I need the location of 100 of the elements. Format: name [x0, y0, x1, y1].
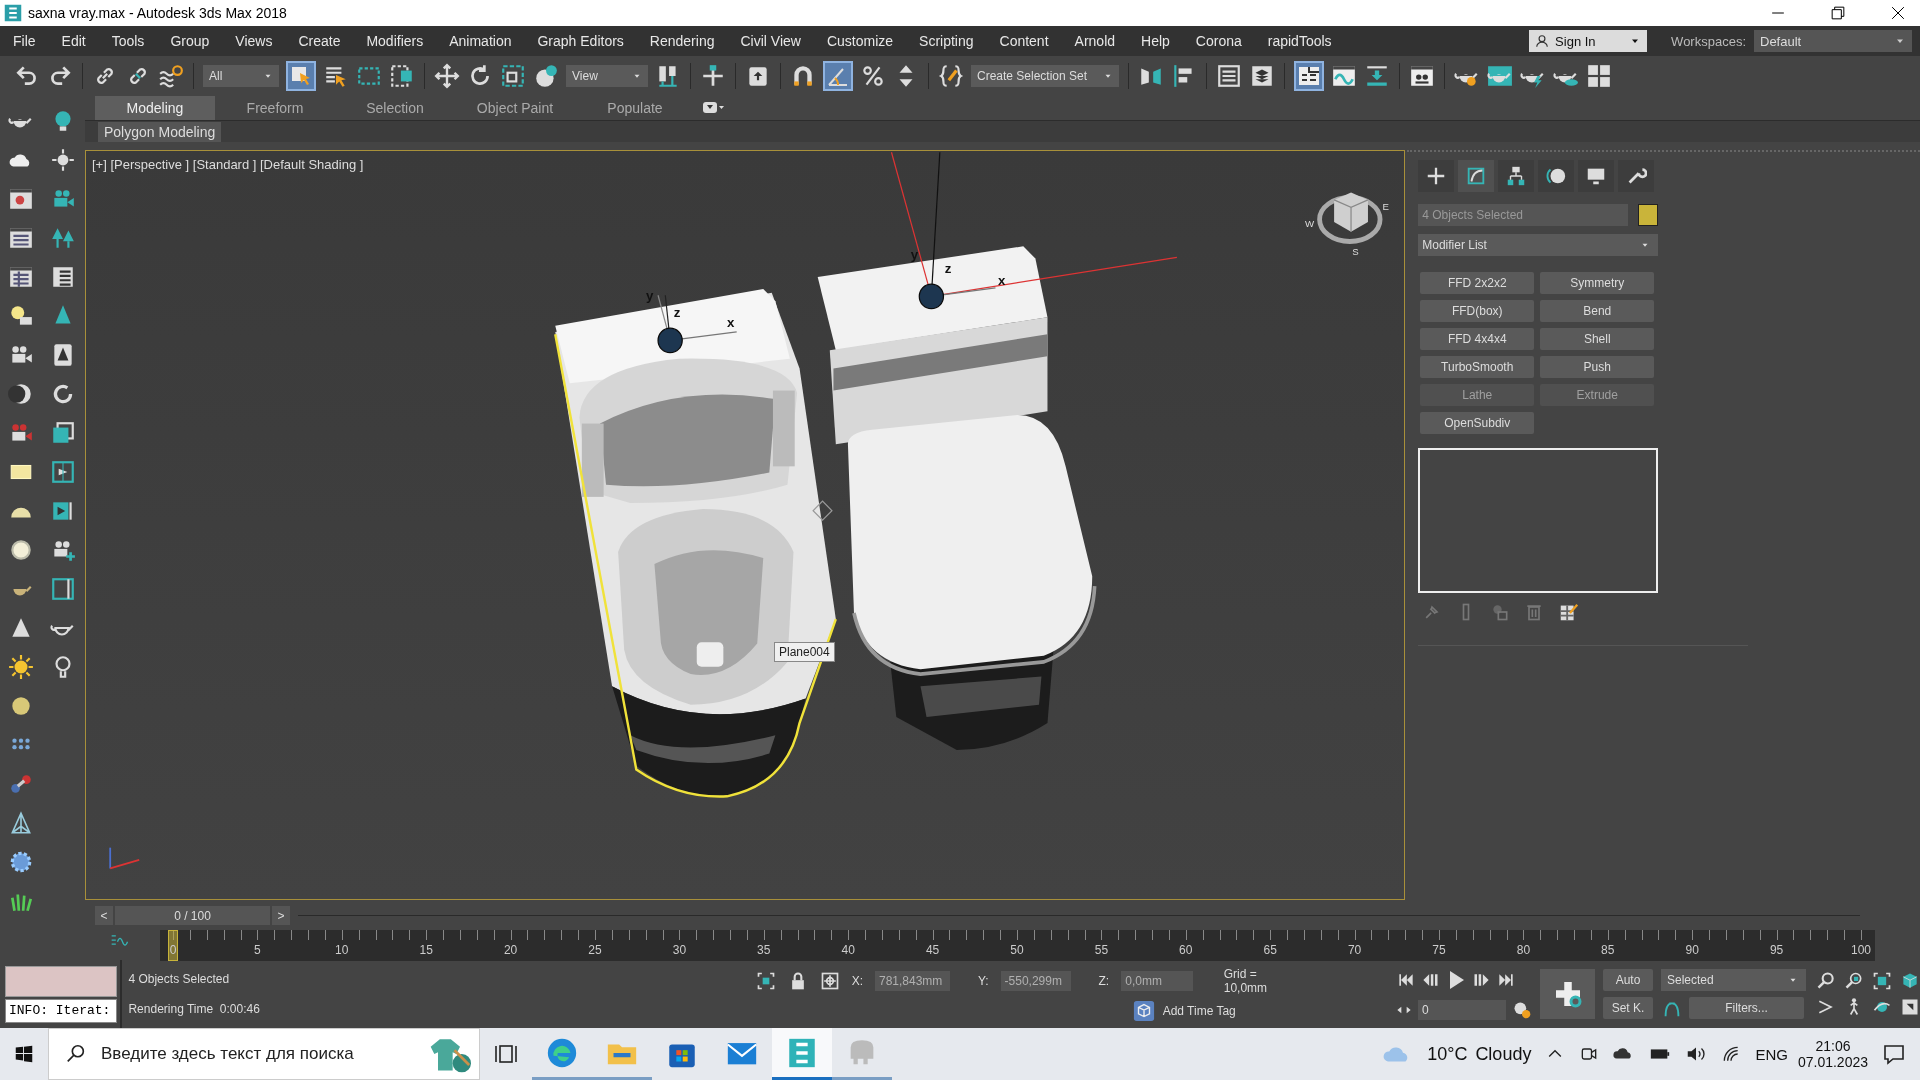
y-coordinate-field[interactable]: -550,299m	[1000, 970, 1071, 991]
curve-editor-icon[interactable]	[1331, 63, 1357, 89]
menu-item[interactable]: Views	[222, 33, 286, 49]
current-frame-marker[interactable]	[168, 930, 178, 961]
table-window-icon[interactable]	[8, 264, 34, 290]
menu-item[interactable]: Group	[157, 33, 223, 49]
maximize-viewport-icon[interactable]	[1900, 997, 1920, 1017]
modifier-button[interactable]: TurboSmooth	[1420, 356, 1535, 378]
modifier-list-dropdown[interactable]: Modifier List	[1418, 234, 1659, 256]
menu-item[interactable]: Rendering	[636, 33, 728, 49]
menu-item[interactable]: Graph Editors	[524, 33, 637, 49]
time-configuration-icon[interactable]	[1512, 1000, 1532, 1020]
menu-item[interactable]: Tools	[98, 33, 158, 49]
modifier-button[interactable]: Shell	[1540, 328, 1655, 350]
viewport-label[interactable]: [+] [Perspective ] [Standard ] [Default Shading ]	[92, 157, 364, 172]
pyramid-frame-icon[interactable]	[8, 810, 34, 836]
render-window-icon[interactable]	[8, 186, 34, 212]
command-panel-tab[interactable]	[1538, 160, 1575, 192]
angle-snap-button[interactable]	[823, 61, 853, 91]
zoom-icon[interactable]	[1816, 971, 1836, 991]
sun-icon[interactable]	[50, 147, 76, 173]
command-panel-tab[interactable]	[1458, 160, 1495, 192]
list-window-icon[interactable]	[8, 225, 34, 251]
ribbon-panel-title[interactable]: Polygon Modeling	[98, 121, 222, 142]
modifier-button[interactable]: FFD(box)	[1420, 300, 1535, 322]
list-icon[interactable]	[1216, 63, 1242, 89]
weather-text[interactable]: Cloudy	[1475, 1043, 1532, 1065]
configure-sets-icon[interactable]	[1558, 601, 1581, 623]
manipulate-icon[interactable]	[700, 63, 726, 89]
zoom-all-icon[interactable]	[1844, 971, 1864, 991]
menu-item[interactable]: Scripting	[906, 33, 987, 49]
select-object-button[interactable]	[286, 61, 316, 91]
trees-icon[interactable]	[50, 225, 76, 251]
modifier-button[interactable]: Push	[1540, 356, 1655, 378]
language-indicator[interactable]: ENG	[1755, 1045, 1788, 1063]
placement-icon[interactable]	[533, 63, 559, 89]
percent-snap-icon[interactable]	[860, 63, 886, 89]
clock-time[interactable]: 21:06	[1815, 1038, 1851, 1054]
timeline-ruler[interactable]: 0 5 10 15 20 25 30 35 40 45 50 55 60 65 70 75 80 85 90 95 100	[160, 930, 1875, 961]
windows-logo-icon[interactable]	[13, 1043, 35, 1065]
modifier-button[interactable]: OpenSubdiv	[1420, 412, 1535, 434]
maxscript-output-field[interactable]: INFO: Iterat:	[5, 999, 118, 1023]
named-selection-dropdown[interactable]: Create Selection Set	[971, 65, 1119, 87]
command-panel-tab[interactable]	[1498, 160, 1535, 192]
menu-item[interactable]: Edit	[48, 33, 99, 49]
command-panel-tab[interactable]	[1418, 160, 1455, 192]
menu-item[interactable]: rapidTools	[1254, 33, 1345, 49]
download-bar-icon[interactable]	[1364, 63, 1390, 89]
ribbon-toggle-button[interactable]	[1294, 61, 1324, 91]
maxscript-listener-field[interactable]	[5, 966, 118, 997]
braces-icon[interactable]	[938, 63, 964, 89]
object-color-swatch[interactable]	[1638, 204, 1659, 226]
ribbon-tab[interactable]: Selection	[335, 96, 455, 120]
add-time-tag-link[interactable]: Add Time Tag	[1162, 1003, 1236, 1018]
set-key-button[interactable]	[1540, 969, 1595, 1019]
sun-icon[interactable]	[8, 654, 34, 680]
menu-item[interactable]: Arnold	[1061, 33, 1129, 49]
reference-coordinate-dropdown[interactable]: View	[566, 65, 648, 87]
key-selection-dropdown[interactable]: Selected	[1661, 969, 1806, 991]
x-coordinate-field[interactable]: 781,843mm	[874, 970, 950, 991]
ribbon-tab[interactable]: Freeform	[215, 96, 335, 120]
taskbar-search-field[interactable]: Введите здесь текст для поиска	[48, 1028, 480, 1080]
wave-link-icon[interactable]	[158, 63, 184, 89]
grid-tiles-icon[interactable]	[1586, 63, 1612, 89]
notifications-icon[interactable]	[1882, 1042, 1906, 1066]
stacked-frames-icon[interactable]	[50, 420, 76, 446]
modifier-button[interactable]: FFD 2x2x2	[1420, 272, 1535, 294]
moon-icon[interactable]	[8, 381, 34, 407]
modifier-button[interactable]: Bend	[1540, 300, 1655, 322]
menu-item[interactable]: Civil View	[727, 33, 814, 49]
task-view-icon[interactable]	[494, 1042, 518, 1066]
sphere-icon[interactable]	[8, 537, 34, 563]
modifier-button[interactable]: FFD 4x4x4	[1420, 328, 1535, 350]
ribbon-tab[interactable]: Populate	[575, 96, 695, 120]
scale-icon[interactable]	[500, 63, 526, 89]
teapot-window-icon[interactable]	[1487, 63, 1513, 89]
panel-window-icon[interactable]	[50, 576, 76, 602]
taskbar-app-button[interactable]	[772, 1028, 832, 1080]
absolute-mode-icon[interactable]	[819, 970, 840, 991]
menu-item[interactable]: Modifiers	[353, 33, 437, 49]
menu-item[interactable]: Customize	[813, 33, 907, 49]
cube-icon[interactable]	[1900, 971, 1920, 991]
isolate-icon[interactable]	[755, 970, 776, 991]
zoom-extents-icon[interactable]	[1872, 971, 1892, 991]
auto-key-button[interactable]: Auto	[1603, 969, 1653, 991]
time-tag-icon[interactable]	[1132, 999, 1155, 1022]
next-frame-button[interactable]: >	[272, 906, 290, 925]
schematic-window-icon[interactable]	[1409, 63, 1435, 89]
move-icon[interactable]	[434, 63, 460, 89]
menu-item[interactable]: Corona	[1182, 33, 1255, 49]
z-coordinate-field[interactable]: 0,0mm	[1121, 970, 1194, 991]
ribbon-tab[interactable]: Object Paint	[455, 96, 575, 120]
command-panel-tab[interactable]	[1578, 160, 1615, 192]
gear-blob-icon[interactable]	[8, 849, 34, 875]
menu-item[interactable]: File	[0, 33, 49, 49]
workspaces-dropdown[interactable]: Default	[1754, 30, 1912, 52]
set-key-mode-button[interactable]: Set K.	[1603, 997, 1653, 1019]
previous-frame-button[interactable]: <	[95, 906, 113, 925]
time-slider-thumb[interactable]: 0 / 100	[115, 906, 270, 925]
list-panel-icon[interactable]	[50, 264, 76, 290]
